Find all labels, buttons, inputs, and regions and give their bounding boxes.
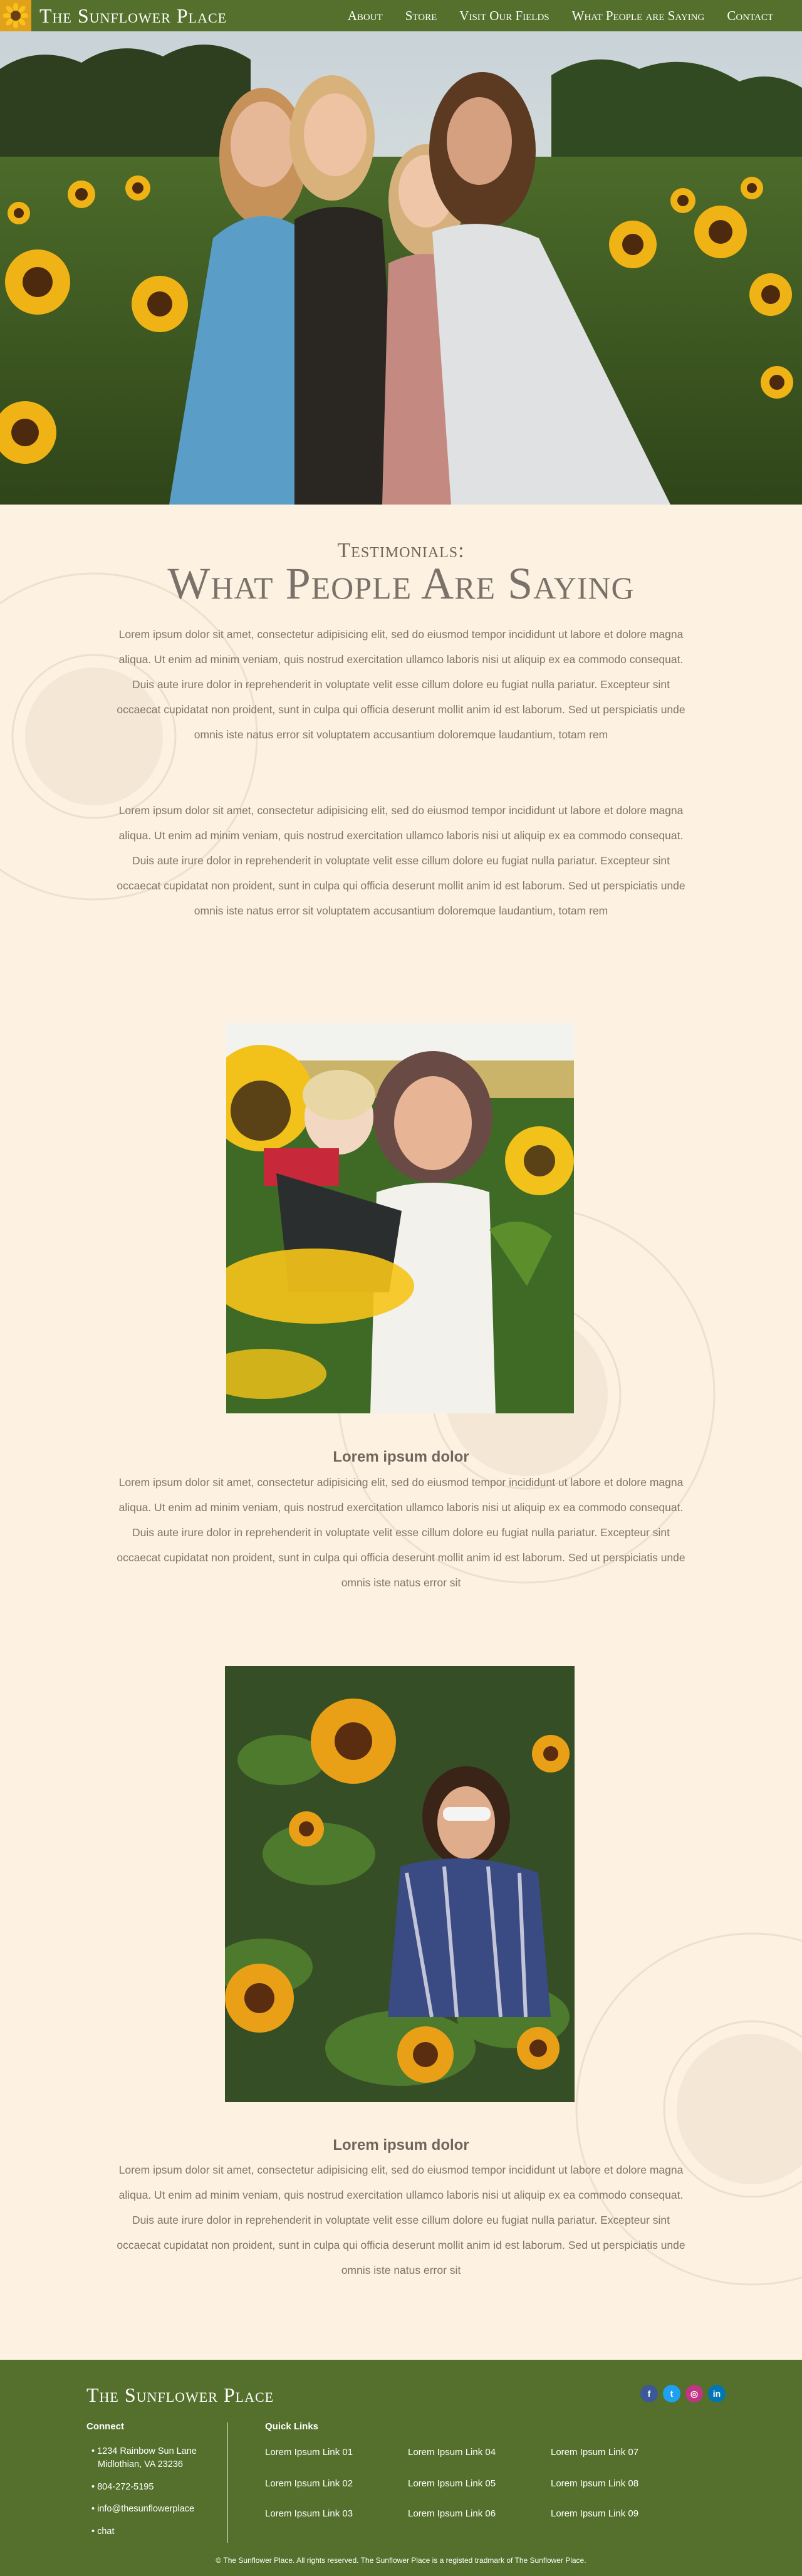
email-link[interactable]: • info@thesunflowerplace — [91, 2503, 194, 2516]
intro-paragraph-2: Lorem ipsum dolor sit amet, consectetur … — [117, 804, 685, 917]
quick-link-07[interactable]: Lorem Ipsum Link 07 — [551, 2447, 638, 2458]
nav-link-what-people-are-saying[interactable]: What People are Saying — [561, 8, 716, 24]
quick-link-06[interactable]: Lorem Ipsum Link 06 — [408, 2508, 496, 2519]
top-navbar: The Sunflower Place About Store Visit Ou… — [0, 0, 802, 31]
quick-link-08[interactable]: Lorem Ipsum Link 08 — [551, 2478, 638, 2489]
testimonial-1-text: Lorem ipsum dolor sit amet, consectetur … — [117, 1476, 685, 1589]
instagram-icon[interactable]: ◎ — [685, 2385, 703, 2402]
testimonial-photo-mother-and-child — [226, 1023, 574, 1413]
site-brand-name[interactable]: The Sunflower Place — [39, 4, 227, 28]
social-links: f t ◎ in — [640, 2385, 726, 2402]
intro-paragraph-1: Lorem ipsum dolor sit amet, consectetur … — [117, 628, 685, 741]
quick-link-05[interactable]: Lorem Ipsum Link 05 — [408, 2478, 496, 2489]
sunflower-logo-icon[interactable] — [0, 0, 31, 31]
phone-number[interactable]: • 804-272-5195 — [91, 2481, 154, 2494]
linkedin-icon[interactable]: in — [708, 2385, 726, 2402]
copyright-notice: © The Sunflower Place. All rights reserv… — [216, 2556, 586, 2565]
testimonial-photo-woman-in-sunflowers — [225, 1666, 575, 2102]
section-title: What People Are Saying — [167, 558, 635, 609]
quick-link-02[interactable]: Lorem Ipsum Link 02 — [265, 2478, 353, 2489]
hero-image — [0, 31, 802, 505]
quick-link-09[interactable]: Lorem Ipsum Link 09 — [551, 2508, 638, 2519]
footer-brand-name[interactable]: The Sunflower Place — [86, 2384, 274, 2407]
footer-divider — [227, 2422, 228, 2543]
nav-link-visit-our-fields[interactable]: Visit Our Fields — [448, 8, 560, 24]
chat-link[interactable]: • chat — [91, 2525, 115, 2538]
connect-heading: Connect — [86, 2421, 124, 2432]
main-menu: About Store Visit Our Fields What People… — [336, 8, 784, 24]
nav-link-about[interactable]: About — [336, 8, 394, 24]
site-footer: The Sunflower Place f t ◎ in Connect • 1… — [0, 2360, 802, 2576]
twitter-icon[interactable]: t — [663, 2385, 680, 2402]
address-line-1: • 1234 Rainbow Sun Lane — [91, 2446, 197, 2456]
nav-link-store[interactable]: Store — [394, 8, 449, 24]
facebook-icon[interactable]: f — [640, 2385, 658, 2402]
testimonial-2-title: Lorem ipsum dolor — [333, 2137, 469, 2154]
testimonial-1-title: Lorem ipsum dolor — [333, 1448, 469, 1465]
testimonial-2-text: Lorem ipsum dolor sit amet, consectetur … — [117, 2164, 685, 2276]
quick-links-heading: Quick Links — [265, 2421, 319, 2432]
quick-link-04[interactable]: Lorem Ipsum Link 04 — [408, 2447, 496, 2458]
address-line-2: Midlothian, VA 23236 — [98, 2459, 183, 2469]
quick-link-01[interactable]: Lorem Ipsum Link 01 — [265, 2447, 353, 2458]
quick-link-03[interactable]: Lorem Ipsum Link 03 — [265, 2508, 353, 2519]
nav-link-contact[interactable]: Contact — [716, 8, 784, 24]
